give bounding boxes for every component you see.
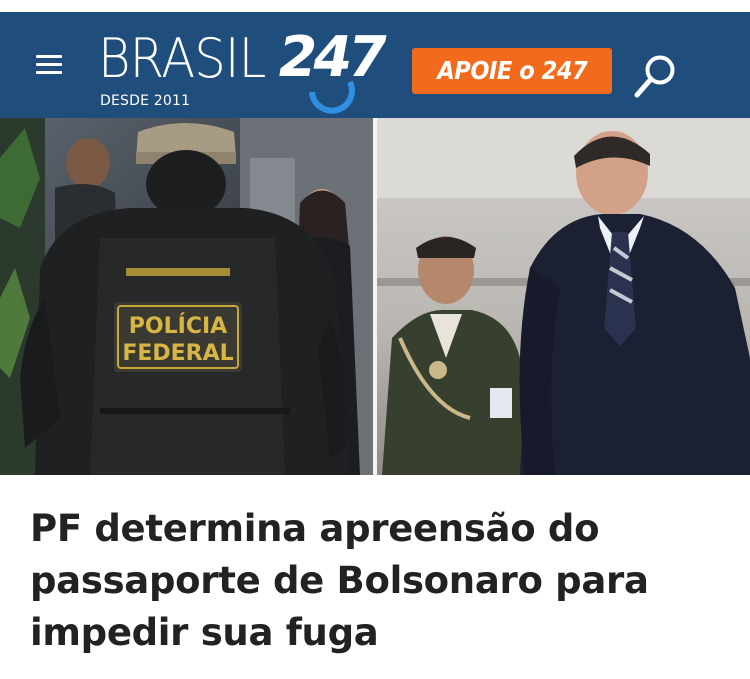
logo-number: 247	[272, 25, 389, 90]
photo-left-police: POLÍCIA FEDERAL	[0, 118, 373, 475]
support-button-label: APOIE o 247	[437, 56, 587, 85]
photo-right-bolsonaro	[377, 118, 750, 475]
logo-tagline: DESDE 2011	[100, 93, 191, 109]
support-button[interactable]: APOIE o 247	[412, 48, 612, 94]
logo-word: BRASIL	[98, 27, 266, 90]
brasil247-logo[interactable]: BRASIL 247 DESDE 2011	[98, 25, 389, 114]
hamburger-menu-icon[interactable]	[36, 55, 62, 75]
vest-text-line1: POLÍCIA	[129, 313, 227, 339]
vest-text-line2: FEDERAL	[122, 341, 233, 366]
site-header: BRASIL 247 DESDE 2011 APOIE o 247	[0, 12, 750, 118]
search-icon[interactable]	[632, 53, 680, 101]
article-hero-image[interactable]: POLÍCIA FEDERAL	[0, 118, 750, 475]
top-spacer	[0, 0, 750, 12]
article-headline[interactable]: PF determina apreensão do passaporte de …	[30, 503, 720, 659]
